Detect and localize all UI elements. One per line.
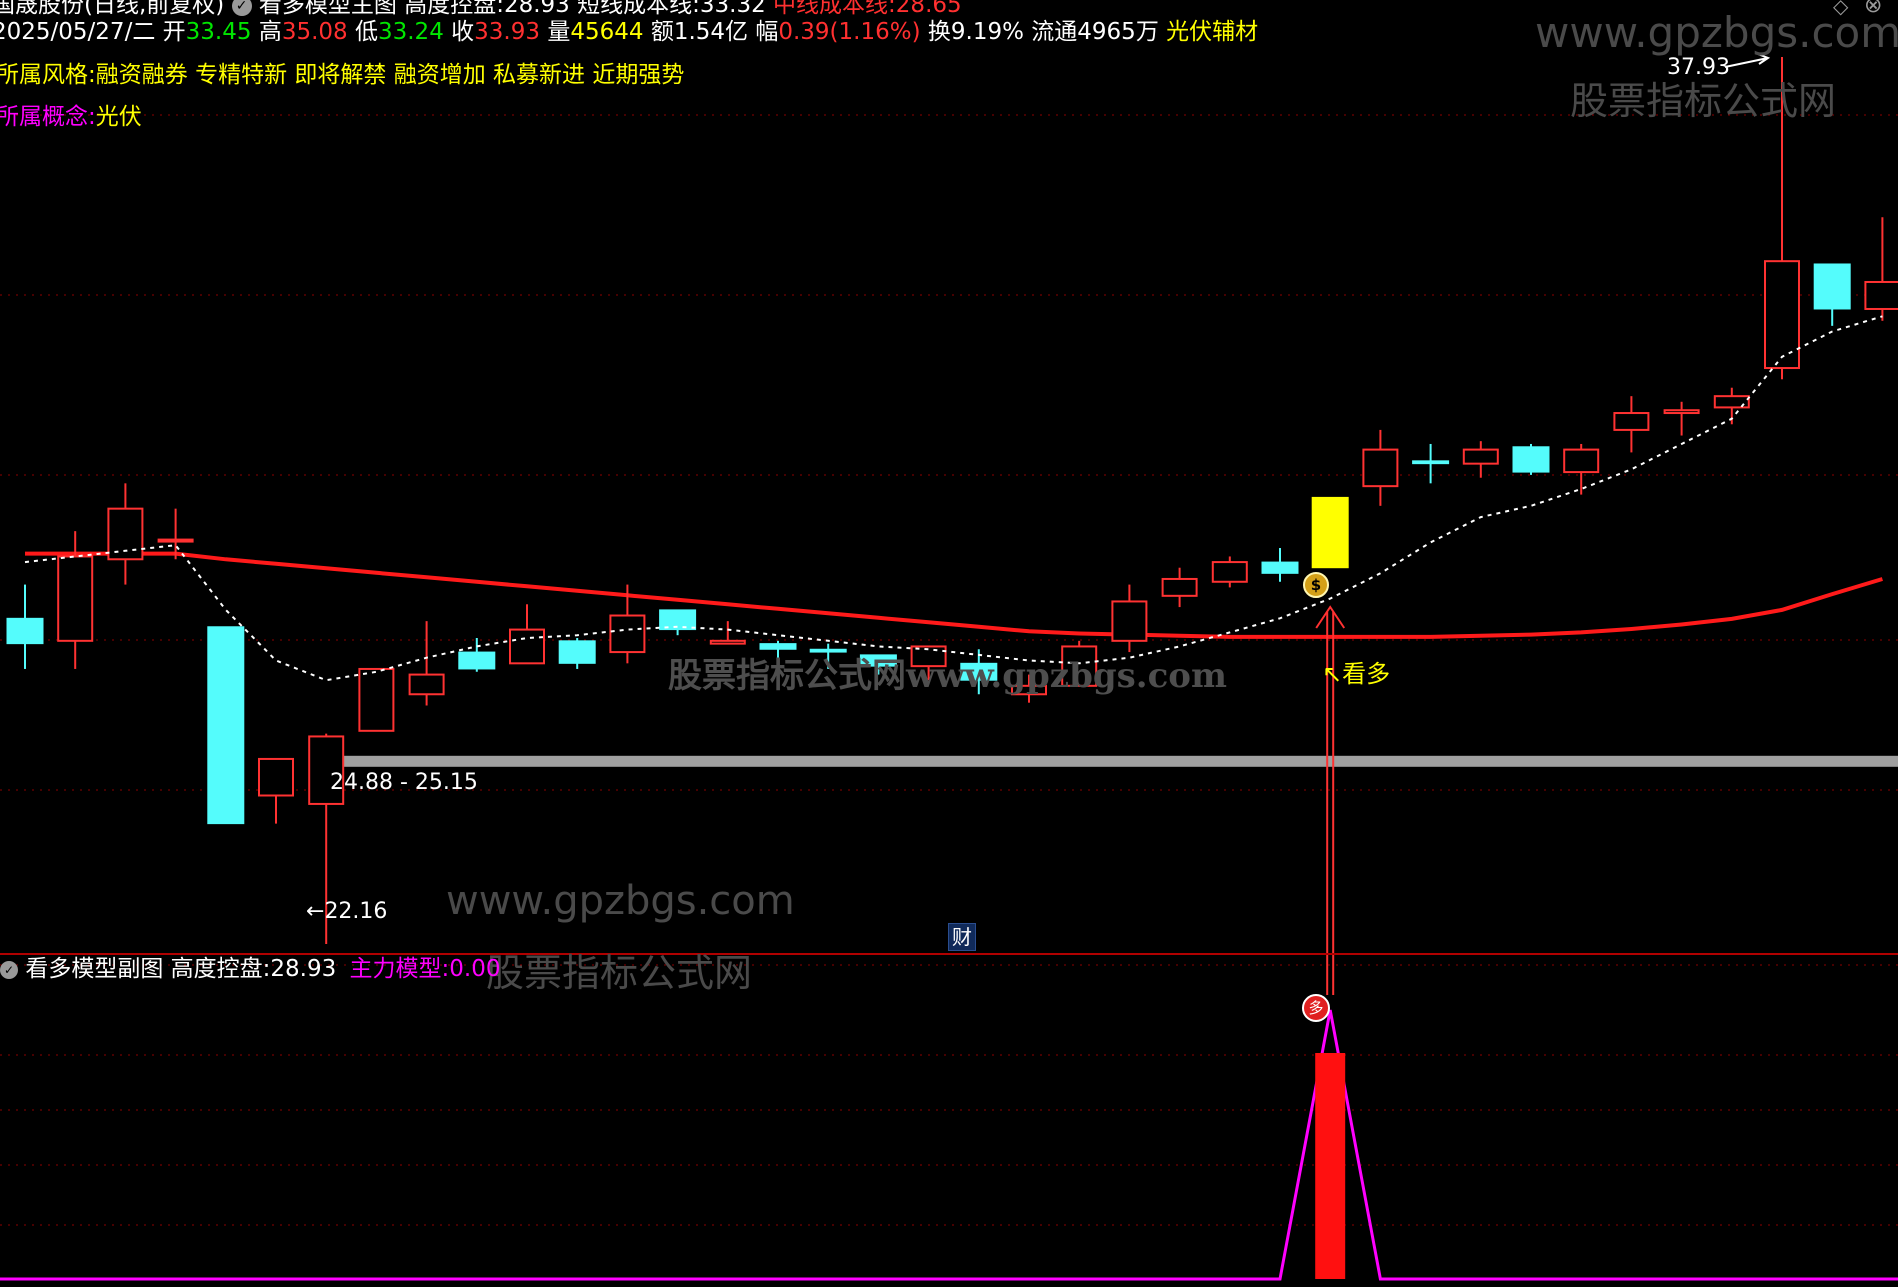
- short-cost-value: 33.32: [699, 0, 766, 18]
- candles: [6, 57, 1898, 944]
- concept-label: 所属概念:: [0, 104, 96, 130]
- candle-body: [1864, 280, 1898, 310]
- float-value: 4965万: [1077, 19, 1159, 45]
- candle-body: [157, 538, 194, 543]
- mid-cost-label: 中线成本线:: [773, 0, 896, 18]
- candle-body: [1362, 448, 1399, 488]
- low-value: 33.24: [377, 19, 444, 45]
- candle-body: [509, 628, 545, 665]
- short-cost-label: 短线成本线:: [577, 0, 700, 18]
- high-label: 高: [258, 19, 282, 45]
- candle-body: [458, 651, 496, 670]
- style-tag[interactable]: 专精特新: [195, 62, 287, 88]
- candle-body: [558, 640, 596, 664]
- style-tag[interactable]: 融资融券: [96, 62, 188, 88]
- candle-body: [358, 667, 395, 732]
- style-tag[interactable]: 近期强势: [592, 62, 684, 88]
- watermark-site-cn-bottom: 股票指标公式网: [486, 951, 753, 995]
- watermark-center: 股票指标公式网www.gpzbgs.com: [668, 656, 1227, 696]
- candle-body: [1663, 409, 1700, 415]
- candle-body: [1462, 448, 1499, 465]
- kong-label: 高度控盘:: [404, 0, 504, 18]
- candle-body: [1813, 263, 1851, 310]
- close-label: 收: [451, 19, 475, 45]
- candle-body: [609, 614, 646, 654]
- turnover-value: 9.19%: [950, 19, 1024, 45]
- close-value: 33.93: [474, 19, 541, 45]
- model-line: [0, 1009, 1898, 1281]
- industry-tag[interactable]: 光伏辅材: [1166, 19, 1258, 45]
- candle-body: [1311, 496, 1349, 569]
- concept-row: 所属概念:光伏: [0, 103, 142, 131]
- watermark-site-bottom: www.gpzbgs.com: [446, 878, 795, 924]
- sub-kong-label: 高度控盘:: [170, 956, 271, 982]
- check-circle-icon[interactable]: ✓: [0, 960, 18, 979]
- float-label: 流通: [1031, 19, 1078, 45]
- kline-chart[interactable]: [0, 0, 1898, 1287]
- candle-body: [1261, 561, 1299, 574]
- stock-name[interactable]: 国晟股份(日线,前复权): [0, 0, 224, 18]
- sub-kong-value: 28.93: [270, 956, 337, 982]
- cai-badge[interactable]: 财: [948, 923, 976, 951]
- candle-body: [709, 639, 746, 645]
- header-line-2: 2025/05/27/二 开33.45 高35.08 低33.24 收33.93…: [0, 18, 1258, 46]
- check-circle-icon[interactable]: ✓: [231, 0, 252, 16]
- candle-body: [258, 757, 294, 797]
- kong-value: 28.93: [503, 0, 570, 18]
- quote-date: 2025/05/27/二: [0, 19, 156, 45]
- style-tag[interactable]: 私募新进: [493, 62, 585, 88]
- style-row: 所属风格:融资融券 专精特新 即将解禁 融资增加 私募新进 近期强势: [0, 61, 684, 89]
- turnover-label: 换: [927, 19, 951, 45]
- mid-cost-value: 28.65: [895, 0, 962, 18]
- range-value: 0.39(1.16%): [778, 19, 921, 45]
- style-tag[interactable]: 融资增加: [394, 62, 486, 88]
- watermark-site: www.gpzbgs.com: [1535, 8, 1898, 57]
- candle-body: [207, 626, 245, 825]
- candle-body: [1512, 446, 1550, 473]
- candle-body: [1412, 460, 1450, 465]
- candle-body: [57, 555, 94, 642]
- candle-body: [1613, 412, 1650, 431]
- support-range-label: 24.88 - 25.15: [330, 770, 478, 795]
- candle-body: [1111, 600, 1148, 642]
- amount-label: 额: [650, 19, 674, 45]
- mid-cost-line: [25, 551, 1883, 639]
- candle-body: [1764, 260, 1800, 370]
- low-price-label: ←22.16: [306, 899, 388, 924]
- model-bar: [1315, 1053, 1346, 1279]
- bull-label-text: 看多: [1342, 660, 1391, 688]
- volume-label: 量: [547, 19, 571, 45]
- high-price-label: 37.93: [1667, 55, 1730, 80]
- volume-value: 45644: [570, 19, 644, 45]
- open-value: 33.45: [185, 19, 252, 45]
- candle-body: [1713, 395, 1750, 409]
- candle-body: [1563, 448, 1600, 474]
- amount-value: 1.54亿: [673, 19, 749, 45]
- high-value: 35.08: [281, 19, 348, 45]
- range-label: 幅: [755, 19, 779, 45]
- sub-chart: [0, 1009, 1898, 1281]
- style-tag[interactable]: 即将解禁: [294, 62, 386, 88]
- candle-body: [1161, 577, 1198, 597]
- sub-panel-header: ✓ 看多模型副图 高度控盘:28.93 主力模型:0.00: [0, 955, 501, 983]
- arrow-head: [1315, 605, 1346, 629]
- header-line-1: 国晟股份(日线,前复权) ✓ 看多模型主图 高度控盘:28.93 短线成本线:3…: [0, 0, 962, 19]
- candle-body: [1211, 561, 1248, 583]
- bull-label: ↖看多: [1322, 660, 1391, 688]
- sub-model-label: 主力模型:: [349, 956, 450, 982]
- sub-panel-title[interactable]: 看多模型副图: [25, 956, 163, 982]
- indicator-name[interactable]: 看多模型主图: [259, 0, 397, 18]
- concept-value[interactable]: 光伏: [96, 104, 142, 130]
- low-label: 低: [354, 19, 378, 45]
- low-price-value: 22.16: [324, 899, 388, 924]
- candle-body: [408, 673, 445, 696]
- open-label: 开: [162, 19, 186, 45]
- candle-body: [6, 617, 44, 645]
- sub-model-value: 0.00: [449, 956, 501, 982]
- support-band: [325, 755, 1898, 767]
- money-badge-text: $: [1310, 576, 1322, 594]
- style-label: 所属风格:: [0, 62, 96, 88]
- duo-badge: 多: [1308, 999, 1324, 1017]
